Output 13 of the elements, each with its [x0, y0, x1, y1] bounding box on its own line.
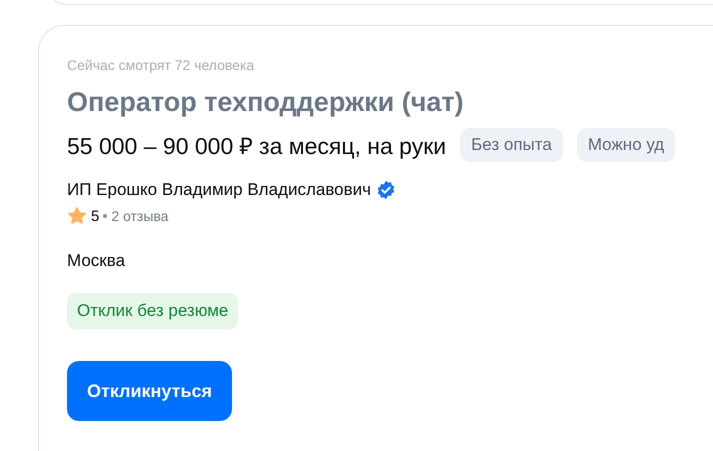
viewers-count: Сейчас смотрят 72 человека [67, 57, 254, 73]
no-resume-badge: Отклик без резюме [67, 293, 238, 329]
separator-dot-icon [103, 214, 108, 218]
tag: Можно уд [576, 128, 676, 162]
city: Москва [67, 251, 126, 271]
respond-button[interactable]: Откликнуться [67, 361, 232, 421]
reviews-link[interactable]: 2 отзыва [111, 208, 168, 224]
star-icon [67, 206, 87, 226]
employer-name[interactable]: ИП Ерошко Владимир Владиславович [67, 180, 372, 200]
salary: 55 000 – 90 000 ₽ за месяц, на руки [67, 132, 446, 161]
rating-value: 5 [91, 208, 100, 224]
tag: Без опыта [460, 128, 563, 162]
vacancy-title[interactable]: Оператор техподдержки (чат) [67, 87, 464, 118]
